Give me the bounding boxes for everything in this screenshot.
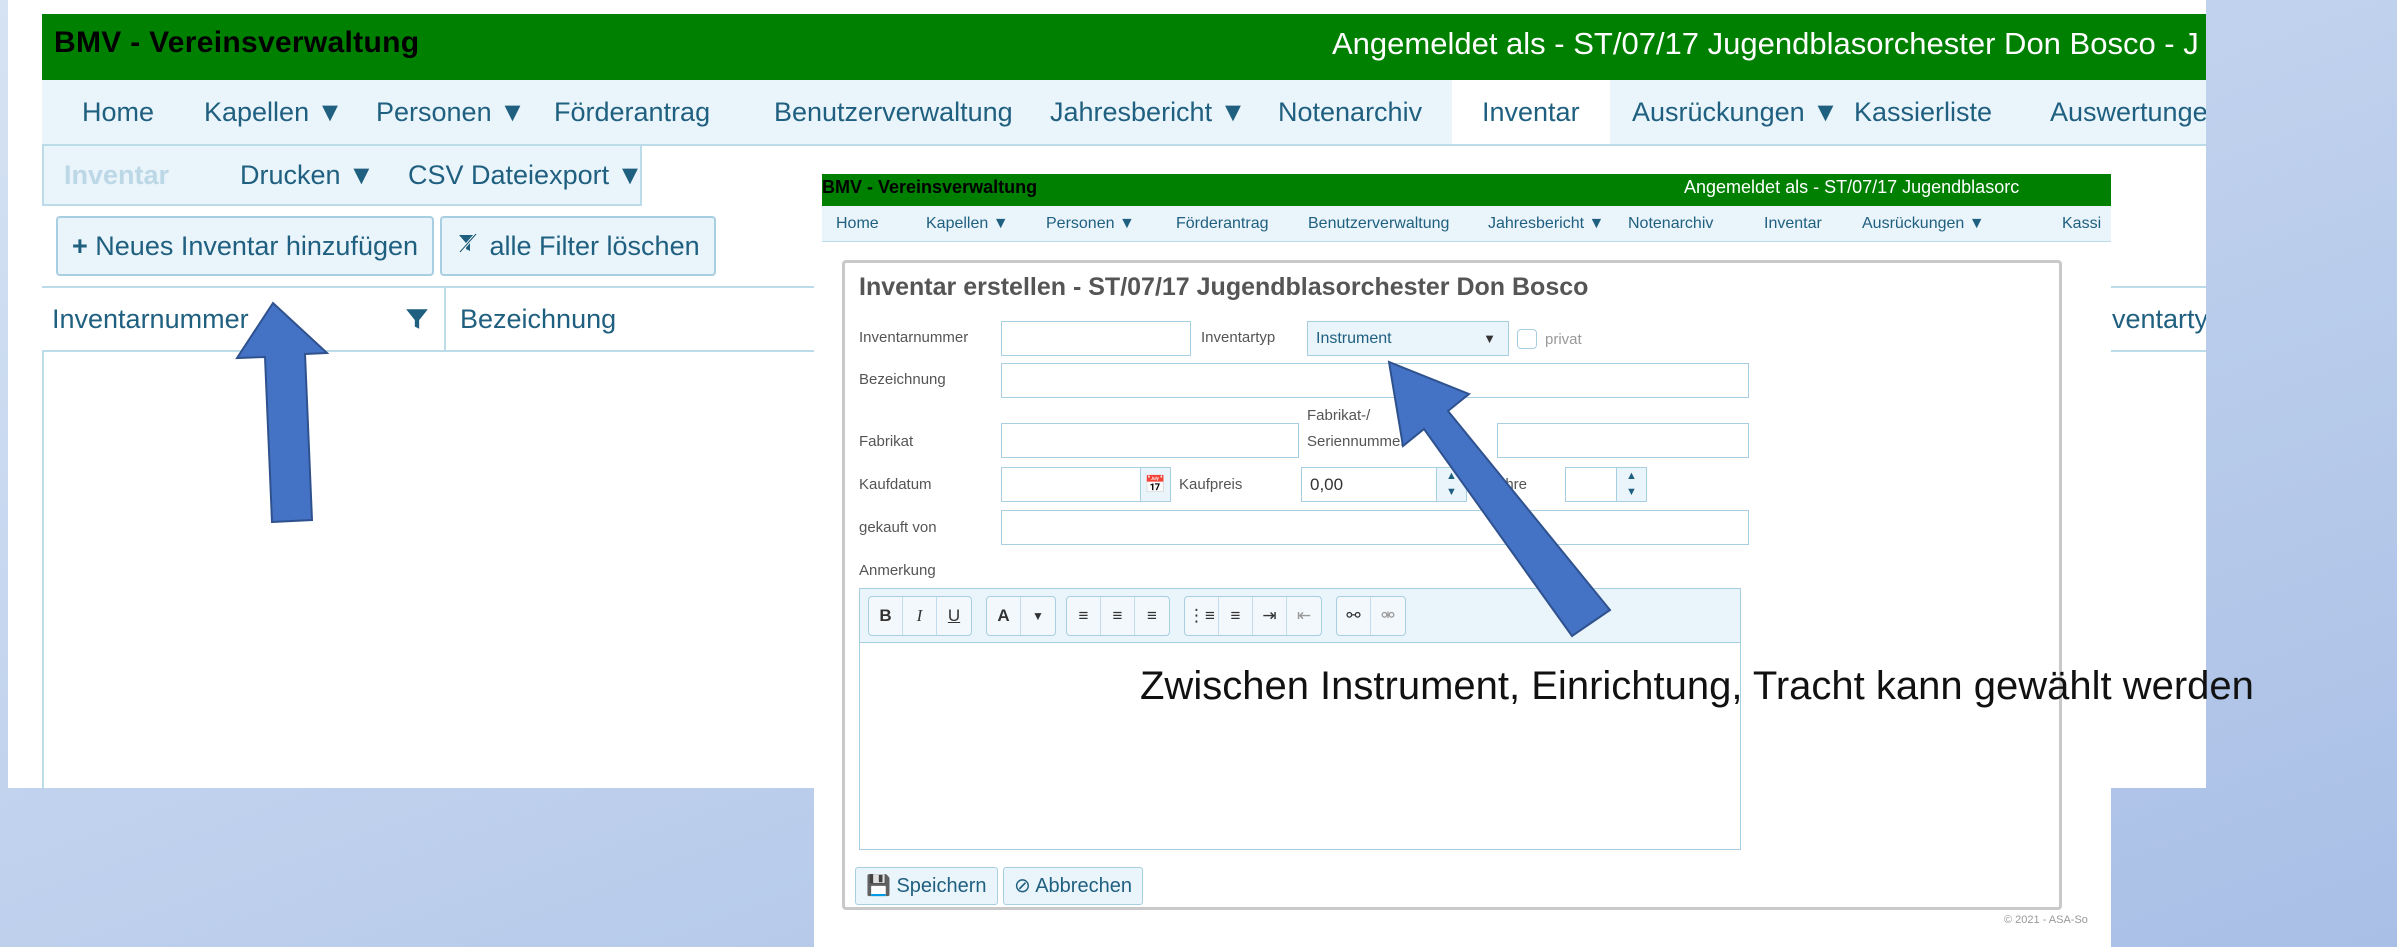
arrow-diagonal-icon [1387,360,1612,638]
annotation-arrows [235,301,1612,638]
arrow-up-icon [235,301,330,524]
